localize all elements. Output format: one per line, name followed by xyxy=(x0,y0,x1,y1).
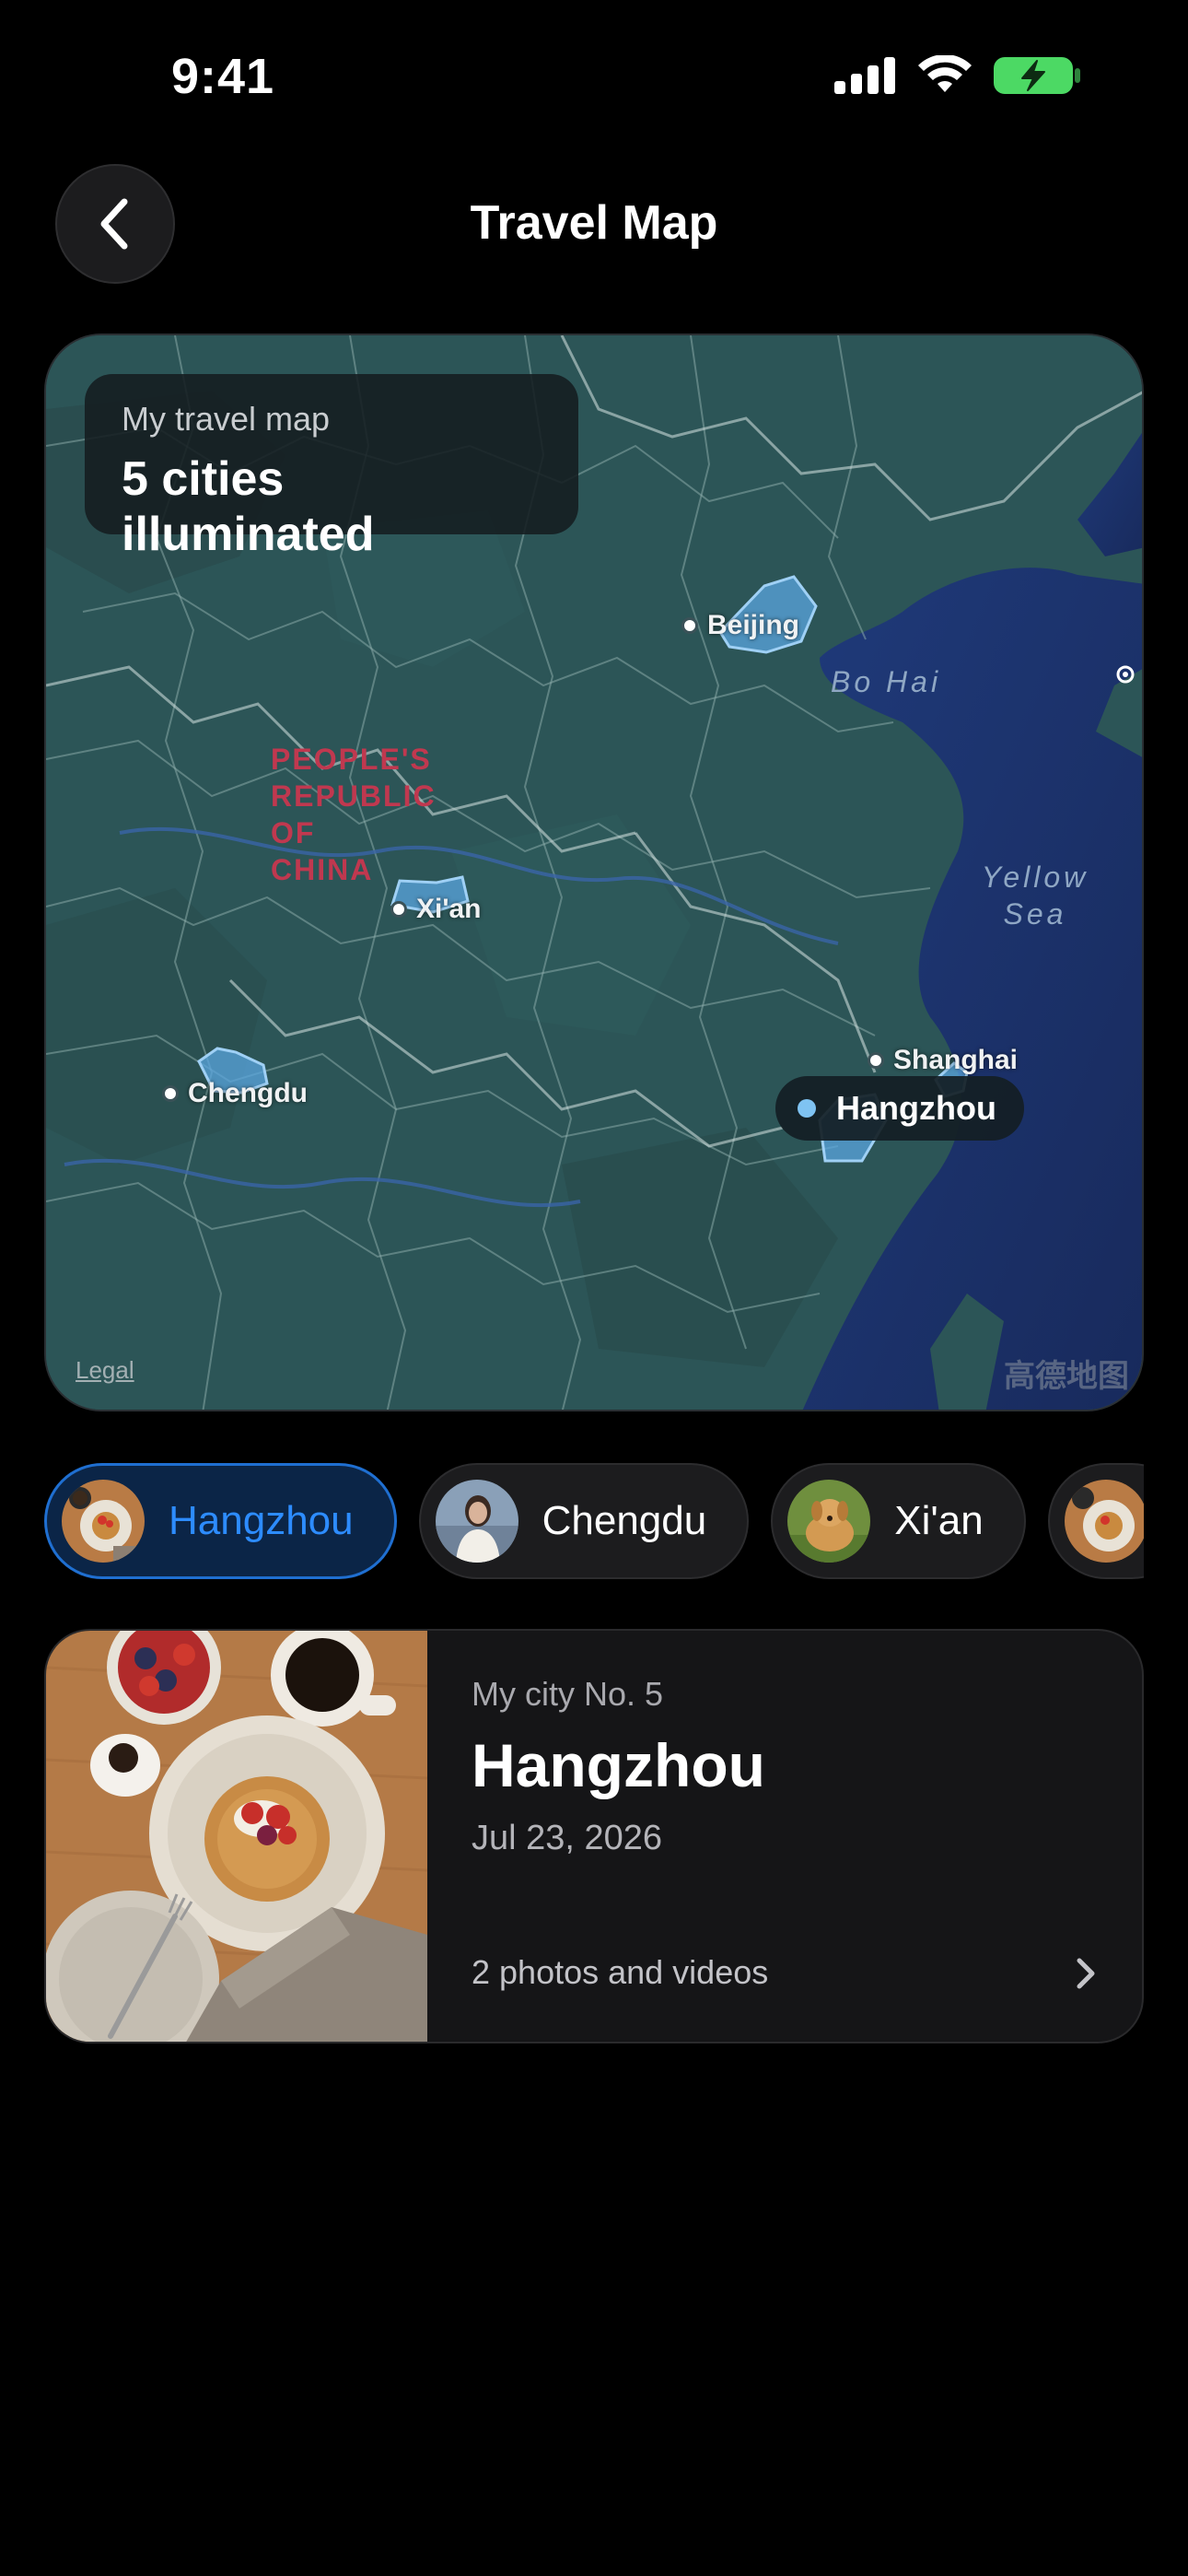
city-label-text: Beijing xyxy=(707,610,800,640)
city-dot xyxy=(681,617,698,634)
city-avatar-food xyxy=(62,1480,145,1563)
sea-label-bohai: Bo Hai xyxy=(831,665,942,698)
legal-link[interactable]: Legal xyxy=(76,1356,134,1385)
city-detail-card[interactable]: My city No. 5 Hangzhou Jul 23, 2026 2 ph… xyxy=(44,1629,1144,2043)
city-pill-label: Hangzhou xyxy=(169,1498,354,1543)
city-dot xyxy=(390,901,407,918)
chevron-right-icon xyxy=(1077,1958,1095,1989)
travel-map[interactable]: My travel map 5 cities illuminated PEOPL… xyxy=(44,334,1144,1411)
city-label-chengdu[interactable]: Chengdu xyxy=(162,1078,308,1109)
city-label-text: Chengdu xyxy=(188,1078,308,1108)
page-title: Travel Map xyxy=(470,196,718,250)
media-count: 2 photos and videos xyxy=(472,1953,769,1991)
visit-date: Jul 23, 2026 xyxy=(472,1819,663,1857)
city-cover-photo xyxy=(46,1631,427,2042)
city-avatar-food xyxy=(1064,1480,1144,1563)
country-label: PEOPLE'S REPUBLIC OF CHINA xyxy=(271,743,437,886)
sea-label-yellow-sea: Yellow Sea xyxy=(981,861,1089,931)
city-label-text: Shanghai xyxy=(893,1045,1019,1075)
cellular-signal-icon xyxy=(834,57,895,94)
city-pill-partial[interactable] xyxy=(1047,1463,1144,1579)
city-pill-label: Xi'an xyxy=(894,1498,984,1543)
city-pill-hangzhou[interactable]: Hangzhou xyxy=(44,1463,397,1579)
city-pill-chengdu[interactable]: Chengdu xyxy=(418,1463,750,1579)
map-summary-title: 5 cities illuminated xyxy=(122,452,375,561)
city-label-xian[interactable]: Xi'an xyxy=(390,894,482,925)
map-provider-logo: 高德地图 xyxy=(1004,1359,1129,1394)
city-avatar-dog xyxy=(787,1480,871,1563)
city-name: Hangzhou xyxy=(472,1731,765,1799)
status-icons xyxy=(834,55,1081,96)
selected-city-callout[interactable]: Hangzhou xyxy=(775,1076,1024,1141)
city-label-shanghai[interactable]: Shanghai xyxy=(868,1045,1018,1076)
city-dot xyxy=(868,1052,884,1069)
city-avatar-person xyxy=(435,1480,518,1563)
status-bar: 9:41 xyxy=(0,0,1188,157)
city-label-text: Xi'an xyxy=(416,894,482,924)
status-time: 9:41 xyxy=(171,49,275,104)
map-summary: My travel map 5 cities illuminated xyxy=(85,374,578,561)
city-label-beijing[interactable]: Beijing xyxy=(681,610,799,641)
city-rank-label: My city No. 5 xyxy=(472,1675,664,1713)
map-summary-subtitle: My travel map xyxy=(122,400,331,438)
battery-charging-icon xyxy=(994,57,1080,94)
wifi-icon xyxy=(918,55,972,92)
city-dot xyxy=(162,1085,179,1102)
city-pill-bar[interactable]: Hangzhou Chengdu Xi'an xyxy=(44,1463,1144,1579)
city-pill-label: Chengdu xyxy=(542,1498,707,1543)
selected-city-label: Hangzhou xyxy=(836,1089,996,1127)
city-pill-xian[interactable]: Xi'an xyxy=(771,1463,1026,1579)
selected-city-dot xyxy=(798,1099,816,1118)
